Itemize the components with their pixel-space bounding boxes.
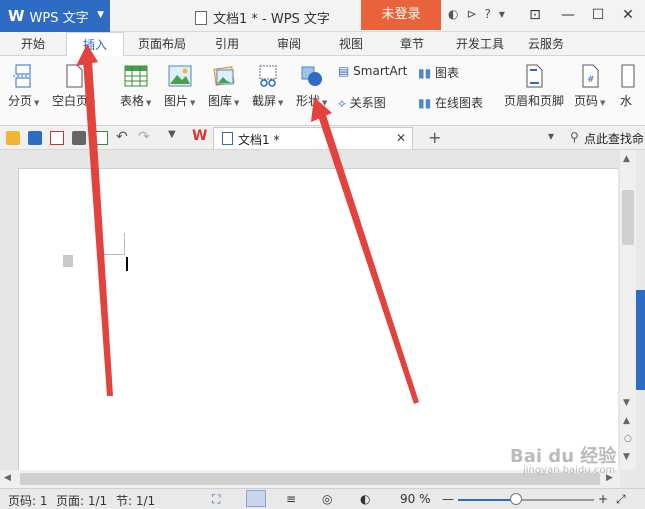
red-arrow-tab-head bbox=[76, 44, 98, 66]
red-arrow-tab bbox=[83, 60, 113, 396]
annotation-arrows bbox=[76, 44, 419, 404]
red-arrow-shape bbox=[318, 112, 419, 404]
